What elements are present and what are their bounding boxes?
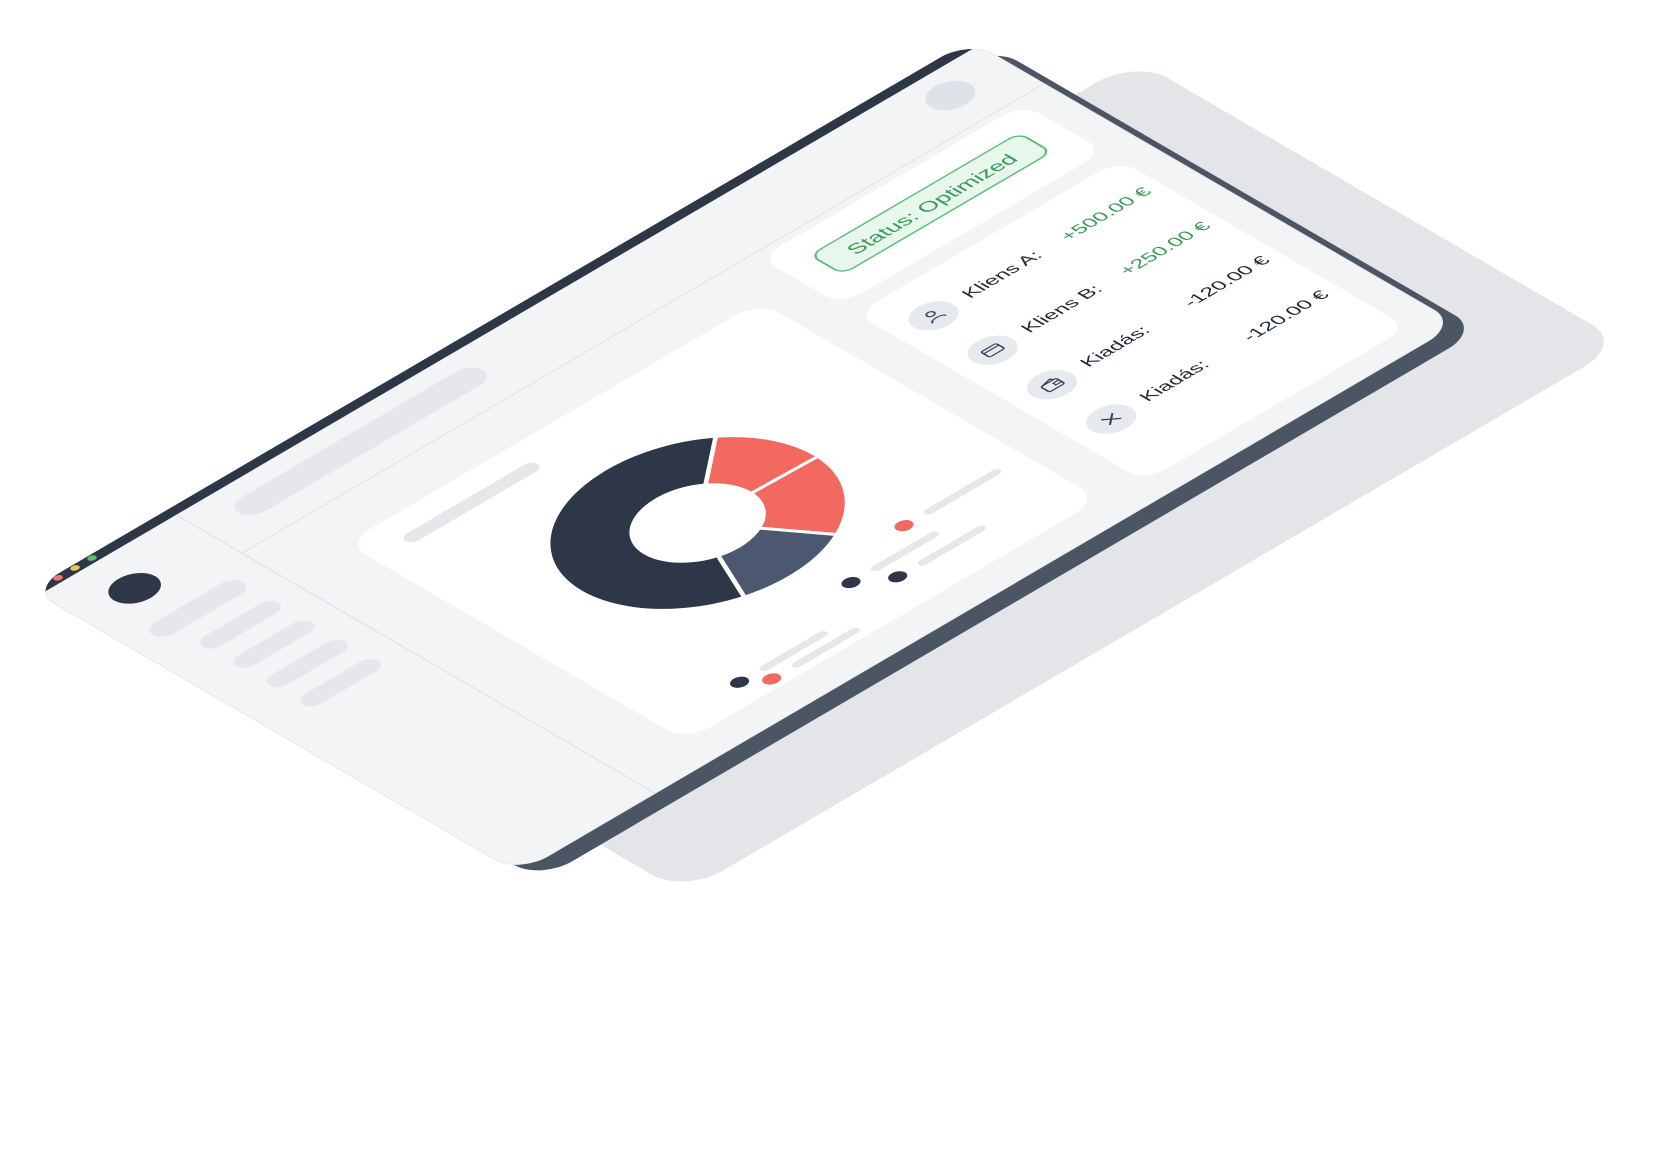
illustration-stage: Status: Optimized Kliens A: +500.00 € Kl…	[0, 0, 1679, 1172]
close-icon	[1075, 398, 1147, 440]
legend-label-placeholder	[921, 467, 1004, 516]
wallet-icon	[1016, 364, 1088, 406]
transaction-label: Kliens A:	[957, 248, 1048, 301]
isometric-dashboard: Status: Optimized Kliens A: +500.00 € Kl…	[30, 40, 1625, 894]
user-icon	[898, 295, 969, 337]
user-avatar[interactable]	[915, 74, 986, 117]
transaction-amount: -120.00 €	[1178, 253, 1275, 310]
transaction-label: Kiadás:	[1135, 357, 1215, 405]
legend-item	[726, 623, 841, 691]
transaction-amount: -120.00 €	[1238, 287, 1334, 344]
legend-swatch	[837, 574, 865, 591]
legend-swatch	[726, 674, 754, 691]
transaction-label: Kliens B:	[1016, 282, 1108, 336]
legend-swatch	[884, 568, 912, 585]
logo-avatar	[97, 566, 172, 610]
transaction-label: Kiadás:	[1075, 323, 1155, 370]
transaction-amount: +500.00 €	[1055, 184, 1157, 244]
transaction-amount: +250.00 €	[1114, 219, 1216, 278]
card-icon	[957, 329, 1029, 371]
